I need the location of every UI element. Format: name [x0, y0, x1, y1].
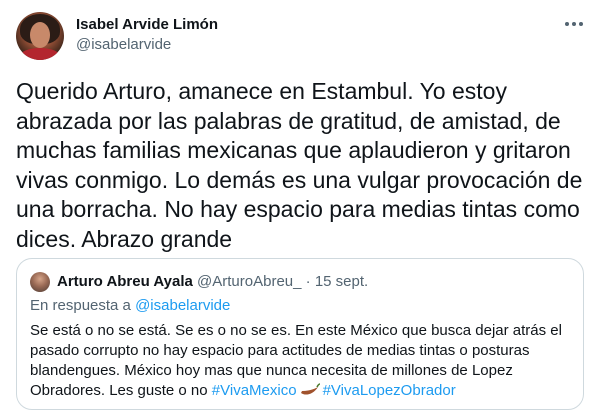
author-name[interactable]: Isabel Arvide Limón — [76, 16, 218, 33]
hashtag-vivalopezobrador[interactable]: #VivaLopezObrador — [323, 382, 456, 399]
reply-context: En respuesta a @isabelarvide — [30, 296, 230, 316]
more-dots-icon — [564, 21, 584, 27]
quoted-tweet-text: Se está o no se está. Se es o no se es. … — [30, 321, 575, 403]
quoted-tweet-header: Arturo Abreu Ayala @ArturoAbreu_ · 15 se… — [57, 272, 368, 292]
hashtag-vivamexico[interactable]: #VivaMexico — [212, 382, 297, 399]
quoted-tweet-date[interactable]: 15 sept. — [315, 273, 368, 290]
author-avatar[interactable] — [16, 12, 64, 60]
reply-mention-link[interactable]: @isabelarvide — [135, 297, 230, 314]
header-separator: · — [305, 273, 311, 290]
author-handle[interactable]: @isabelarvide — [76, 36, 171, 53]
quoted-author-name[interactable]: Arturo Abreu Ayala — [57, 273, 193, 290]
reply-prefix: En respuesta a — [30, 297, 131, 314]
tweet-card: Isabel Arvide Limón @isabelarvide Querid… — [0, 0, 602, 416]
more-options-button[interactable] — [560, 14, 588, 34]
quoted-author-avatar[interactable] — [30, 272, 50, 292]
quoted-author-handle[interactable]: @ArturoAbreu_ — [197, 273, 301, 290]
quoted-tweet[interactable]: Arturo Abreu Ayala @ArturoAbreu_ · 15 se… — [16, 258, 584, 410]
tweet-text: Querido Arturo, amanece en Estambul. Yo … — [16, 78, 583, 252]
pepper-icon — [299, 383, 321, 403]
